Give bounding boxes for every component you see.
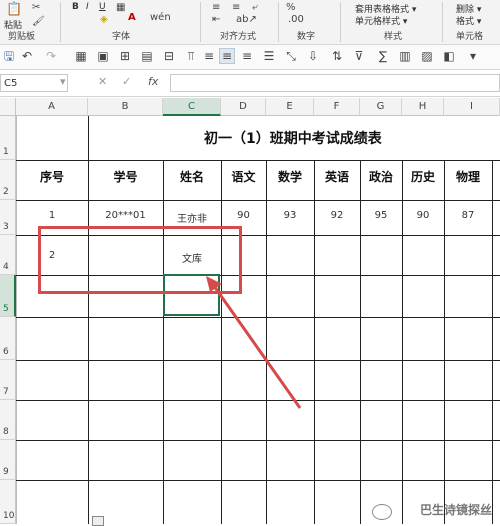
watermark-logo-icon xyxy=(372,504,392,520)
paste-options-icon[interactable] xyxy=(92,516,104,526)
watermark: 巴生诗镜探丝 xyxy=(419,503,492,517)
annotation-arrow-icon xyxy=(206,276,302,409)
